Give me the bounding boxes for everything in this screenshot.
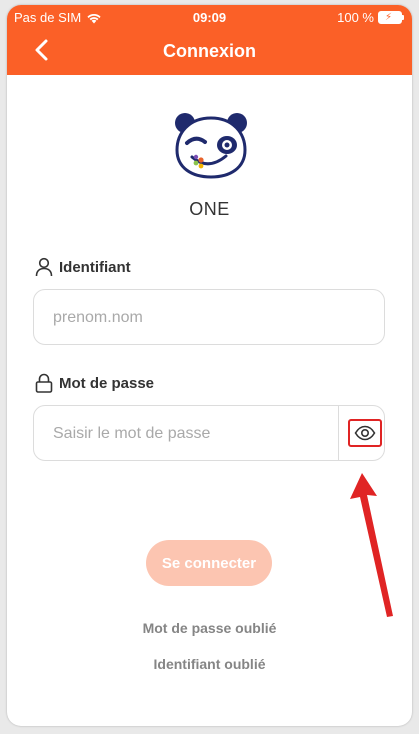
- battery-icon: ⚡: [378, 11, 404, 24]
- field-divider: [338, 406, 339, 460]
- username-label-text: Identifiant: [59, 258, 131, 276]
- lock-icon: [35, 373, 53, 393]
- password-label-text: Mot de passe: [59, 374, 155, 392]
- forgot-password-link[interactable]: Mot de passe oublié: [7, 620, 412, 636]
- username-label: Identifiant: [35, 257, 131, 277]
- password-input[interactable]: [51, 406, 325, 462]
- user-icon: [35, 257, 53, 277]
- annotation-arrow-icon: [350, 473, 393, 617]
- status-bar: Pas de SIM 09:09 100 % ⚡: [7, 5, 412, 29]
- password-label: Mot de passe: [35, 373, 154, 393]
- username-input[interactable]: [51, 290, 375, 346]
- battery-percent: 100 %: [337, 10, 374, 25]
- login-button[interactable]: Se connecter: [146, 540, 272, 586]
- app-name: ONE: [189, 199, 230, 219]
- forgot-username-link[interactable]: Identifiant oublié: [7, 656, 412, 672]
- show-password-toggle[interactable]: [348, 419, 382, 447]
- battery-indicator: 100 % ⚡: [337, 10, 404, 25]
- charging-bolt-icon: ⚡: [385, 12, 393, 23]
- username-field-box: [33, 289, 385, 346]
- page-title: Connexion: [163, 41, 256, 61]
- app-screen: Pas de SIM 09:09 100 % ⚡ Connexion ONE I…: [7, 5, 412, 726]
- panda-logo-icon: [175, 113, 247, 179]
- eye-icon: [354, 425, 376, 441]
- password-field-box: [33, 405, 385, 462]
- header-bar: Pas de SIM 09:09 100 % ⚡ Connexion: [7, 5, 412, 75]
